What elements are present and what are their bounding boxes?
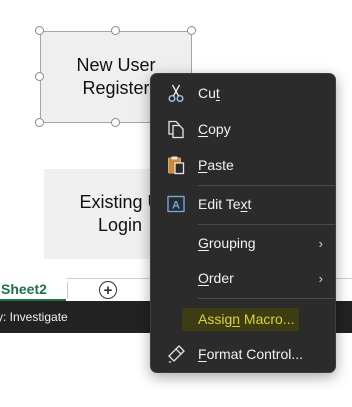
scissors-icon xyxy=(165,82,187,104)
menu-separator xyxy=(198,185,335,186)
menu-label-assign-macro: Assign Macro... xyxy=(198,311,295,327)
paste-clipboard-icon xyxy=(165,154,187,176)
menu-label-cut: Cut xyxy=(198,85,220,101)
edit-text-icon: A xyxy=(165,193,187,215)
tab-sheet2[interactable]: Sheet2 xyxy=(0,278,66,302)
context-menu: Cut Copy Paste A Edit Text Grouping › Or… xyxy=(150,73,336,373)
menu-item-format-control[interactable]: Format Control... xyxy=(151,338,335,370)
menu-separator xyxy=(198,298,335,299)
svg-text:A: A xyxy=(172,200,180,212)
format-control-icon xyxy=(165,343,187,365)
status-accessibility-text[interactable]: y: Investigate xyxy=(0,310,68,324)
resize-handle-bottom-left[interactable] xyxy=(35,118,44,127)
resize-handle-top-left[interactable] xyxy=(35,26,44,35)
menu-label-edit-text: Edit Text xyxy=(198,196,252,212)
new-user-register-label: New User Register xyxy=(76,55,156,98)
chevron-right-icon: › xyxy=(318,270,323,286)
resize-handle-bottom-middle[interactable] xyxy=(111,118,120,127)
plus-circle-icon[interactable]: + xyxy=(99,281,117,299)
tab-sheet2-label: Sheet2 xyxy=(1,280,47,297)
menu-separator xyxy=(198,224,335,225)
copy-icon xyxy=(165,118,187,140)
menu-item-assign-macro[interactable]: Assign Macro... xyxy=(151,303,335,335)
existing-user-login-label: Existing U Login xyxy=(79,192,160,235)
menu-label-copy: Copy xyxy=(198,121,231,137)
menu-label-format-control: Format Control... xyxy=(198,346,304,362)
menu-label-order: Order xyxy=(198,270,234,286)
chevron-right-icon: › xyxy=(318,235,323,251)
menu-label-grouping: Grouping xyxy=(198,235,256,251)
menu-item-order[interactable]: Order › xyxy=(151,262,335,294)
menu-item-copy[interactable]: Copy xyxy=(151,113,335,145)
resize-handle-top-right[interactable] xyxy=(187,26,196,35)
resize-handle-top-middle[interactable] xyxy=(111,26,120,35)
menu-item-cut[interactable]: Cut xyxy=(151,77,335,109)
resize-handle-middle-left[interactable] xyxy=(35,72,44,81)
menu-item-grouping[interactable]: Grouping › xyxy=(151,227,335,259)
menu-item-paste[interactable]: Paste xyxy=(151,149,335,181)
menu-label-paste: Paste xyxy=(198,157,234,173)
menu-item-edit-text[interactable]: A Edit Text xyxy=(151,188,335,220)
tab-divider xyxy=(67,282,68,298)
